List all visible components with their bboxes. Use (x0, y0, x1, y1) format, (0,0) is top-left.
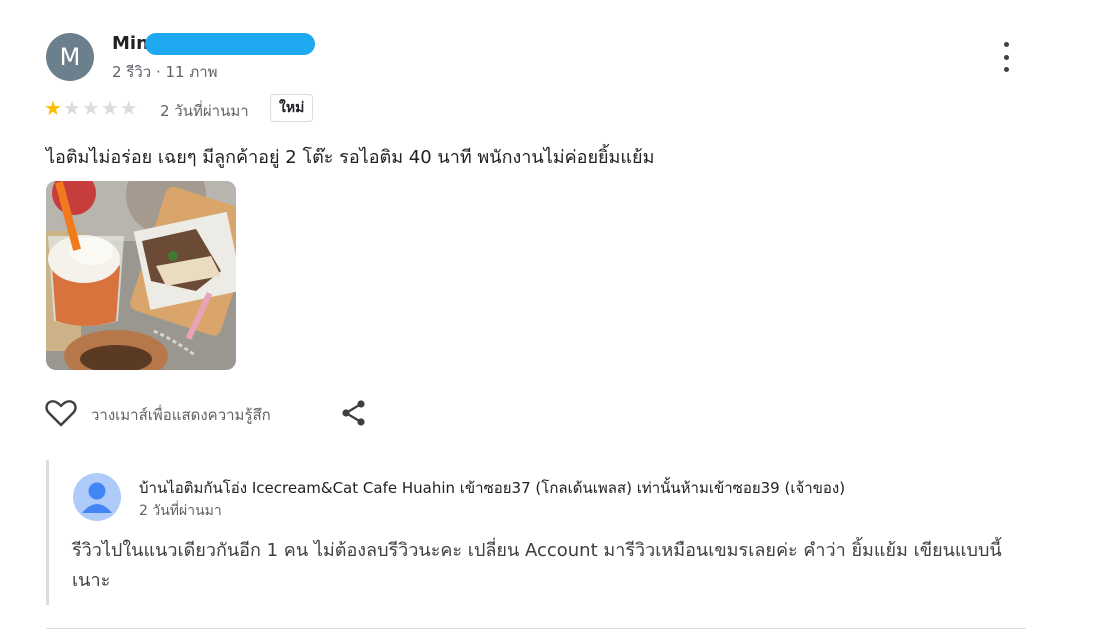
name-redaction-mark (145, 33, 315, 55)
star-rating: ★ ★ ★ ★ ★ (44, 98, 139, 118)
share-icon[interactable] (340, 399, 368, 427)
person-icon (82, 482, 112, 513)
divider (46, 628, 1026, 629)
review-text: ไอติมไม่อร่อย เฉยๆ มีลูกค้าอยู่ 2 โต๊ะ ร… (46, 147, 655, 168)
heart-outline-icon[interactable] (45, 398, 77, 428)
reviewer-avatar[interactable]: M (46, 33, 94, 81)
star-icon: ★ (62, 96, 81, 120)
owner-avatar[interactable] (73, 473, 121, 521)
more-options-icon[interactable] (994, 42, 1018, 72)
review-date: 2 วันที่ผ่านมา (160, 102, 249, 120)
star-icon: ★ (81, 96, 100, 120)
owner-name[interactable]: บ้านไอติมกันโอ่ง Icecream&Cat Cafe Huahi… (139, 476, 845, 500)
star-icon: ★ (100, 96, 119, 120)
star-icon: ★ (44, 96, 62, 120)
review-photo[interactable] (46, 181, 236, 370)
like-label[interactable]: วางเมาส์เพื่อแสดงความรู้สึก (91, 403, 271, 427)
reviewer-meta: 2 รีวิว · 11 ภาพ (112, 63, 218, 81)
photo-image (46, 181, 236, 370)
owner-reply-date: 2 วันที่ผ่านมา (139, 503, 222, 519)
owner-reply-text: รีวิวไปในแนวเดียวกันอีก 1 คน ไม่ต้องลบรี… (72, 540, 1002, 591)
star-icon: ★ (119, 96, 138, 120)
new-badge: ใหม่ (270, 94, 314, 122)
reviewer-name[interactable]: Min (112, 33, 149, 54)
